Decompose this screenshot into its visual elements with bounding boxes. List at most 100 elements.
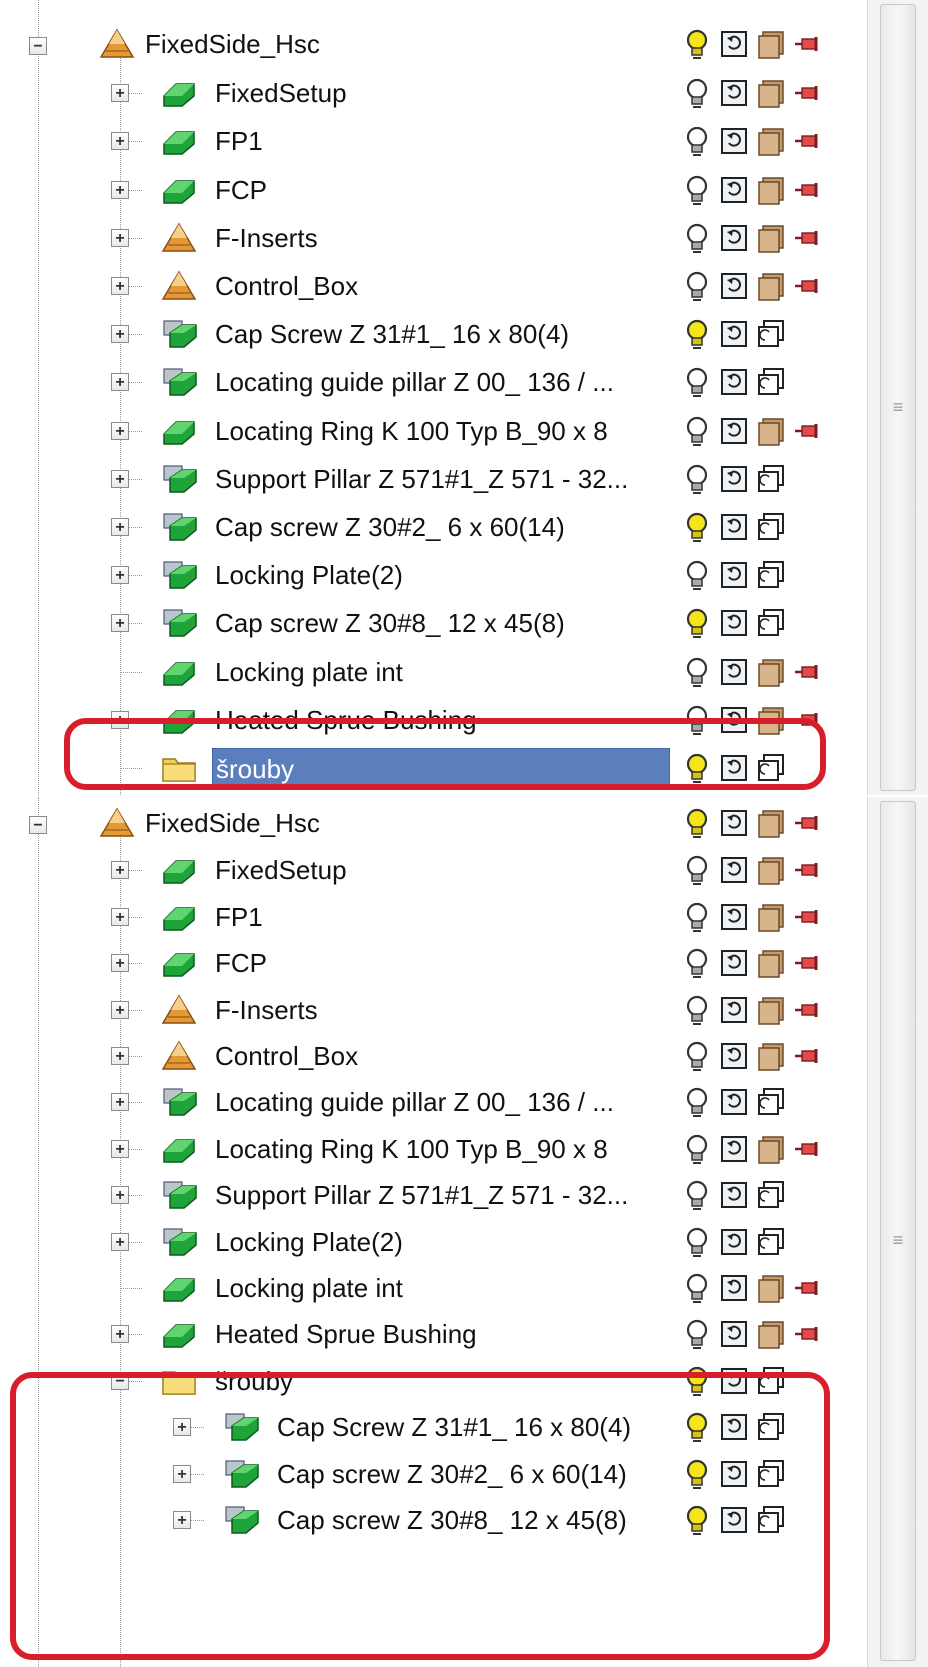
- reset-icon[interactable]: [720, 463, 748, 495]
- bulb-icon[interactable]: [683, 463, 711, 495]
- reset-icon[interactable]: [720, 222, 748, 254]
- reset-icon[interactable]: [720, 28, 748, 60]
- reset-icon[interactable]: [720, 318, 748, 350]
- expand-toggle[interactable]: +: [111, 84, 129, 103]
- reset-icon[interactable]: [720, 1133, 748, 1165]
- pin-icon[interactable]: [794, 947, 822, 979]
- reset-icon[interactable]: [720, 366, 748, 398]
- bulb-icon[interactable]: [683, 704, 711, 736]
- reset-icon[interactable]: [720, 1365, 748, 1397]
- reset-icon[interactable]: [720, 1179, 748, 1211]
- view-icon[interactable]: [757, 1179, 785, 1211]
- material-icon[interactable]: [757, 174, 785, 206]
- reset-icon[interactable]: [720, 607, 748, 639]
- material-icon[interactable]: [757, 1318, 785, 1350]
- tree-row[interactable]: + Heated Sprue Bushing: [0, 697, 868, 745]
- reset-icon[interactable]: [720, 901, 748, 933]
- pin-icon[interactable]: [794, 1040, 822, 1072]
- reset-icon[interactable]: [720, 1318, 748, 1350]
- view-icon[interactable]: [757, 752, 785, 784]
- tree-child-row[interactable]: + Cap screw Z 30#2_ 6 x 60(14): [0, 1451, 868, 1499]
- view-icon[interactable]: [757, 463, 785, 495]
- expand-toggle[interactable]: +: [111, 277, 129, 295]
- collapse-toggle[interactable]: −: [29, 37, 47, 55]
- bulb-icon[interactable]: [683, 1504, 711, 1536]
- scrollbar-thumb[interactable]: ≡: [880, 801, 916, 1661]
- reset-icon[interactable]: [720, 1411, 748, 1443]
- reset-icon[interactable]: [720, 947, 748, 979]
- vertical-scrollbar[interactable]: ≡: [867, 797, 928, 1667]
- view-icon[interactable]: [757, 1086, 785, 1118]
- view-icon[interactable]: [757, 1226, 785, 1258]
- bulb-icon[interactable]: [683, 854, 711, 886]
- tree-row[interactable]: + Cap screw Z 30#8_ 12 x 45(8): [0, 600, 868, 648]
- bulb-icon[interactable]: [683, 1458, 711, 1490]
- bulb-icon[interactable]: [683, 901, 711, 933]
- bulb-icon[interactable]: [683, 807, 711, 839]
- expand-toggle[interactable]: +: [111, 180, 129, 199]
- bulb-icon[interactable]: [683, 656, 711, 688]
- view-icon[interactable]: [757, 511, 785, 543]
- reset-icon[interactable]: [720, 752, 748, 784]
- expand-toggle[interactable]: +: [111, 1232, 129, 1251]
- expand-toggle[interactable]: +: [111, 907, 129, 926]
- bulb-icon[interactable]: [683, 994, 711, 1026]
- bulb-icon[interactable]: [683, 1365, 711, 1397]
- tree-row[interactable]: + FP1: [0, 894, 868, 942]
- expand-toggle[interactable]: +: [111, 1047, 129, 1065]
- scrollbar-grip-icon[interactable]: ≡: [881, 1231, 915, 1249]
- reset-icon[interactable]: [720, 1226, 748, 1258]
- tree-row[interactable]: + Control_Box: [0, 1033, 868, 1081]
- expand-toggle[interactable]: +: [173, 1464, 191, 1483]
- material-icon[interactable]: [757, 415, 785, 447]
- material-icon[interactable]: [757, 270, 785, 302]
- bulb-icon[interactable]: [683, 752, 711, 784]
- material-icon[interactable]: [757, 704, 785, 736]
- expand-toggle[interactable]: +: [111, 1139, 129, 1158]
- bulb-icon[interactable]: [683, 1040, 711, 1072]
- expand-toggle[interactable]: +: [111, 954, 129, 973]
- tree-row[interactable]: + Locating guide pillar Z 00_ 136 / ...: [0, 359, 868, 407]
- scrollbar-thumb[interactable]: ≡: [880, 4, 916, 791]
- bulb-icon[interactable]: [683, 559, 711, 591]
- tree-row[interactable]: + FCP: [0, 940, 868, 988]
- bulb-icon[interactable]: [683, 511, 711, 543]
- bulb-icon[interactable]: [683, 125, 711, 157]
- bulb-icon[interactable]: [683, 607, 711, 639]
- expand-toggle[interactable]: +: [111, 566, 129, 585]
- view-icon[interactable]: [757, 1365, 785, 1397]
- bulb-icon[interactable]: [683, 366, 711, 398]
- pin-icon[interactable]: [794, 415, 822, 447]
- material-icon[interactable]: [757, 77, 785, 109]
- tree-row[interactable]: + Cap Screw Z 31#1_ 16 x 80(4): [0, 311, 868, 359]
- reset-icon[interactable]: [720, 704, 748, 736]
- reset-icon[interactable]: [720, 656, 748, 688]
- material-icon[interactable]: [757, 125, 785, 157]
- expand-toggle[interactable]: +: [111, 132, 129, 151]
- bulb-icon[interactable]: [683, 1318, 711, 1350]
- tree-row[interactable]: šrouby: [0, 745, 868, 793]
- view-icon[interactable]: [757, 559, 785, 591]
- pin-icon[interactable]: [794, 1272, 822, 1304]
- expand-toggle[interactable]: +: [111, 1186, 129, 1205]
- tree-child-row[interactable]: + Cap screw Z 30#8_ 12 x 45(8): [0, 1497, 868, 1545]
- reset-icon[interactable]: [720, 854, 748, 886]
- reset-icon[interactable]: [720, 270, 748, 302]
- bulb-icon[interactable]: [683, 1411, 711, 1443]
- tree-row[interactable]: + Control_Box: [0, 263, 868, 311]
- expand-toggle[interactable]: +: [111, 1000, 129, 1019]
- collapse-toggle[interactable]: −: [111, 1371, 129, 1390]
- view-icon[interactable]: [757, 607, 785, 639]
- expand-toggle[interactable]: +: [111, 469, 129, 488]
- pin-icon[interactable]: [794, 704, 822, 736]
- tree-root-row[interactable]: − FixedSide_Hsc: [0, 801, 868, 849]
- tree-row[interactable]: + FixedSetup: [0, 70, 868, 118]
- reset-icon[interactable]: [720, 994, 748, 1026]
- tree-row[interactable]: + Cap screw Z 30#2_ 6 x 60(14): [0, 504, 868, 552]
- reset-icon[interactable]: [720, 415, 748, 447]
- expand-toggle[interactable]: +: [111, 1093, 129, 1112]
- tree-root-row[interactable]: − FixedSide_Hsc: [0, 22, 868, 70]
- pin-icon[interactable]: [794, 28, 822, 60]
- tree-child-row[interactable]: + Cap Screw Z 31#1_ 16 x 80(4): [0, 1404, 868, 1452]
- expand-toggle[interactable]: +: [111, 518, 129, 536]
